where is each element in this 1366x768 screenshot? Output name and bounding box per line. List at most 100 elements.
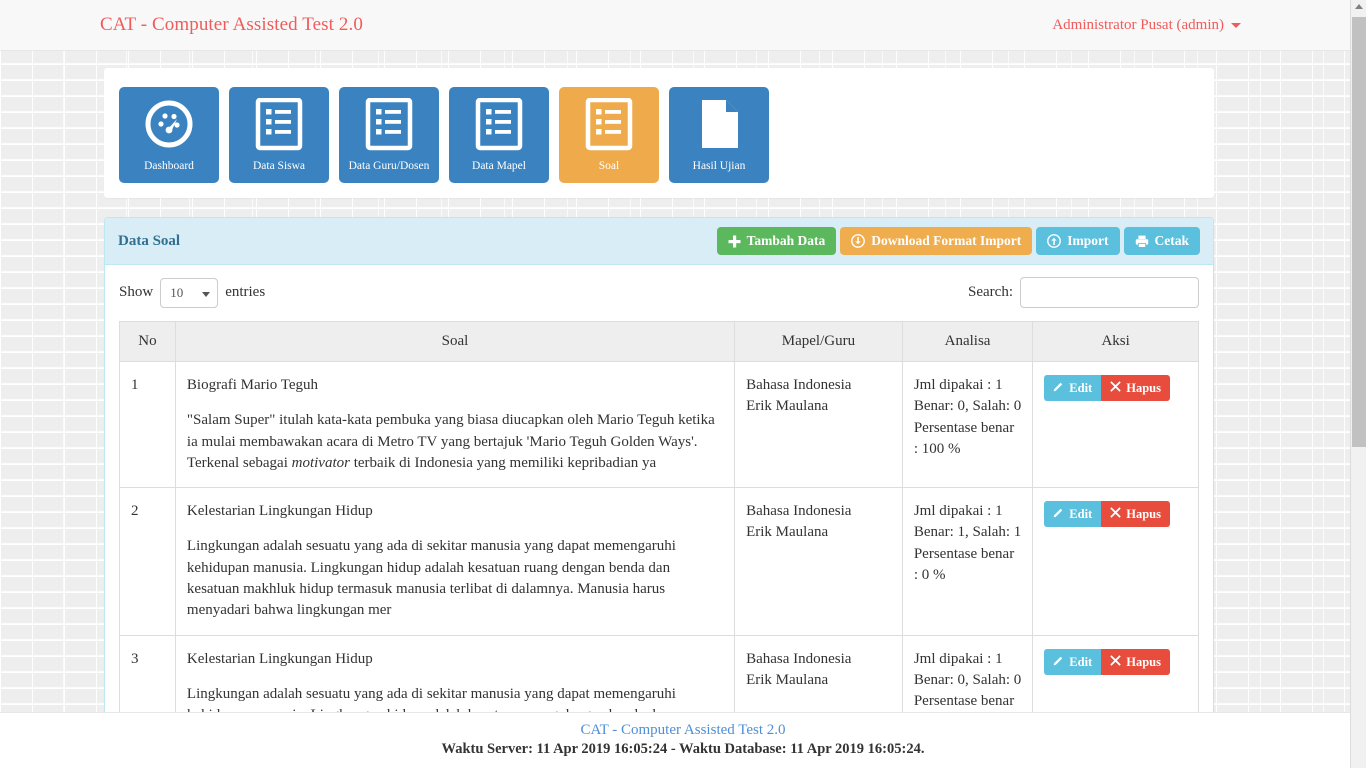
- table-row: 2 Kelestarian Lingkungan Hidup Lingkunga…: [120, 488, 1199, 635]
- panel-body: Show 10 entries Search:: [105, 265, 1213, 768]
- panel-title: Data Soal: [118, 233, 180, 250]
- column-header-no[interactable]: No: [120, 322, 176, 362]
- analisa-persentase: Persentase benar : 100 %: [914, 418, 1021, 461]
- table-head: No Soal Mapel/Guru Analisa Aksi: [120, 322, 1199, 362]
- cell-soal: Biografi Mario Teguh "Salam Super" itula…: [175, 362, 734, 488]
- footer-app-link[interactable]: CAT - Computer Assisted Test 2.0: [0, 722, 1366, 739]
- user-menu-label: Administrator Pusat (admin): [1052, 17, 1224, 34]
- datatable-controls: Show 10 entries Search:: [119, 277, 1199, 308]
- hapus-label: Hapus: [1126, 506, 1161, 522]
- edit-button[interactable]: Edit: [1044, 375, 1101, 401]
- edit-button[interactable]: Edit: [1044, 501, 1101, 527]
- soal-title: Biografi Mario Teguh: [187, 375, 723, 396]
- data-soal-table: No Soal Mapel/Guru Analisa Aksi 1 Biogra…: [119, 321, 1199, 768]
- menu-tile-data-mapel[interactable]: Data Mapel: [449, 87, 549, 183]
- page-footer: CAT - Computer Assisted Test 2.0 Waktu S…: [0, 712, 1366, 768]
- page-length-select[interactable]: 10: [160, 278, 218, 308]
- hapus-button[interactable]: Hapus: [1101, 501, 1170, 527]
- cetak-button[interactable]: Cetak: [1124, 227, 1201, 255]
- tambah-data-button[interactable]: Tambah Data: [717, 227, 837, 255]
- cell-soal: Kelestarian Lingkungan Hidup Lingkungan …: [175, 488, 734, 635]
- soal-title: Kelestarian Lingkungan Hidup: [187, 501, 723, 522]
- table-row: 1 Biografi Mario Teguh "Salam Super" itu…: [120, 362, 1199, 488]
- dashboard-gauge-icon: [143, 98, 195, 150]
- user-menu[interactable]: Administrator Pusat (admin): [1052, 17, 1346, 34]
- guru-name: Erik Maulana: [746, 522, 891, 543]
- cell-mapel-guru: Bahasa Indonesia Erik Maulana: [735, 488, 903, 635]
- import-button[interactable]: Import: [1036, 227, 1119, 255]
- soal-body: "Salam Super" itulah kata-kata pembuka y…: [187, 410, 723, 474]
- hapus-button[interactable]: Hapus: [1101, 375, 1170, 401]
- panel-action-buttons: Tambah Data Download Format Import: [717, 227, 1200, 255]
- edit-label: Edit: [1069, 506, 1092, 522]
- column-header-mapel[interactable]: Mapel/Guru: [735, 322, 903, 362]
- search-label: Search:: [968, 284, 1013, 301]
- data-soal-panel: Data Soal Tambah Data: [104, 217, 1214, 768]
- guru-name: Erik Maulana: [746, 396, 891, 417]
- menu-tile-data-siswa[interactable]: Data Siswa: [229, 87, 329, 183]
- analisa-benar-salah: Benar: 0, Salah: 0: [914, 670, 1021, 691]
- aksi-button-group: Edit Hapus: [1044, 649, 1170, 675]
- app-brand-title[interactable]: CAT - Computer Assisted Test 2.0: [100, 14, 363, 36]
- scroll-up-arrow-icon[interactable]: [1355, 4, 1363, 9]
- analisa-jml-dipakai: Jml dipakai : 1: [914, 375, 1021, 396]
- search-input[interactable]: [1020, 277, 1199, 308]
- file-page-icon: [694, 98, 744, 152]
- mapel-name: Bahasa Indonesia: [746, 649, 891, 670]
- menu-tile-label: Data Guru/Dosen: [339, 160, 439, 172]
- menu-tile-soal[interactable]: Soal: [559, 87, 659, 183]
- hapus-label: Hapus: [1126, 380, 1161, 396]
- menu-tile-hasil-ujian[interactable]: Hasil Ujian: [669, 87, 769, 183]
- close-icon: [1110, 506, 1121, 522]
- cell-analisa: Jml dipakai : 1 Benar: 1, Salah: 1 Perse…: [902, 488, 1032, 635]
- menu-tile-data-guru-dosen[interactable]: Data Guru/Dosen: [339, 87, 439, 183]
- list-document-icon: [584, 98, 634, 152]
- column-header-soal[interactable]: Soal: [175, 322, 734, 362]
- cetak-label: Cetak: [1155, 234, 1190, 248]
- edit-button[interactable]: Edit: [1044, 649, 1101, 675]
- analisa-jml-dipakai: Jml dipakai : 1: [914, 501, 1021, 522]
- soal-body: Lingkungan adalah sesuatu yang ada di se…: [187, 536, 723, 621]
- pencil-icon: [1053, 506, 1064, 522]
- menu-tile-label: Dashboard: [119, 160, 219, 172]
- edit-label: Edit: [1069, 380, 1092, 396]
- download-format-import-label: Download Format Import: [871, 234, 1021, 248]
- panel-heading: Data Soal Tambah Data: [105, 218, 1213, 265]
- hapus-label: Hapus: [1126, 654, 1161, 670]
- list-document-icon: [364, 98, 414, 152]
- cell-no: 2: [120, 488, 176, 635]
- datatable-search-control: Search:: [968, 277, 1199, 308]
- download-circle-icon: [851, 234, 865, 248]
- footer-server-time: Waktu Server: 11 Apr 2019 16:05:24 - Wak…: [0, 741, 1366, 758]
- menu-tile-label: Data Mapel: [449, 160, 549, 172]
- hapus-button[interactable]: Hapus: [1101, 649, 1170, 675]
- vertical-scrollbar[interactable]: [1350, 0, 1366, 768]
- edit-label: Edit: [1069, 654, 1092, 670]
- analisa-benar-salah: Benar: 1, Salah: 1: [914, 522, 1021, 543]
- mapel-name: Bahasa Indonesia: [746, 375, 891, 396]
- column-header-analisa[interactable]: Analisa: [902, 322, 1032, 362]
- list-document-icon: [474, 98, 524, 152]
- soal-body-pre: Lingkungan adalah sesuatu yang ada di se…: [187, 538, 676, 618]
- printer-icon: [1135, 235, 1149, 248]
- cell-aksi: Edit Hapus: [1033, 362, 1199, 488]
- menu-tile-label: Soal: [559, 160, 659, 172]
- close-icon: [1110, 380, 1121, 396]
- column-header-aksi[interactable]: Aksi: [1033, 322, 1199, 362]
- cell-no: 1: [120, 362, 176, 488]
- analisa-jml-dipakai: Jml dipakai : 1: [914, 649, 1021, 670]
- scrollbar-thumb[interactable]: [1352, 17, 1366, 447]
- table-body: 1 Biografi Mario Teguh "Salam Super" itu…: [120, 362, 1199, 768]
- download-format-import-button[interactable]: Download Format Import: [840, 227, 1032, 255]
- entries-label: entries: [225, 284, 265, 301]
- plus-icon: [728, 235, 741, 248]
- aksi-button-group: Edit Hapus: [1044, 501, 1170, 527]
- analisa-persentase: Persentase benar : 0 %: [914, 544, 1021, 587]
- chevron-down-icon: [1231, 23, 1241, 28]
- soal-body-post: terbaik di Indonesia yang memiliki kepri…: [350, 455, 656, 471]
- menu-tile-label: Data Siswa: [229, 160, 329, 172]
- pencil-icon: [1053, 380, 1064, 396]
- chevron-down-icon: [202, 292, 210, 297]
- menu-tile-dashboard[interactable]: Dashboard: [119, 87, 219, 183]
- cell-analisa: Jml dipakai : 1 Benar: 0, Salah: 0 Perse…: [902, 362, 1032, 488]
